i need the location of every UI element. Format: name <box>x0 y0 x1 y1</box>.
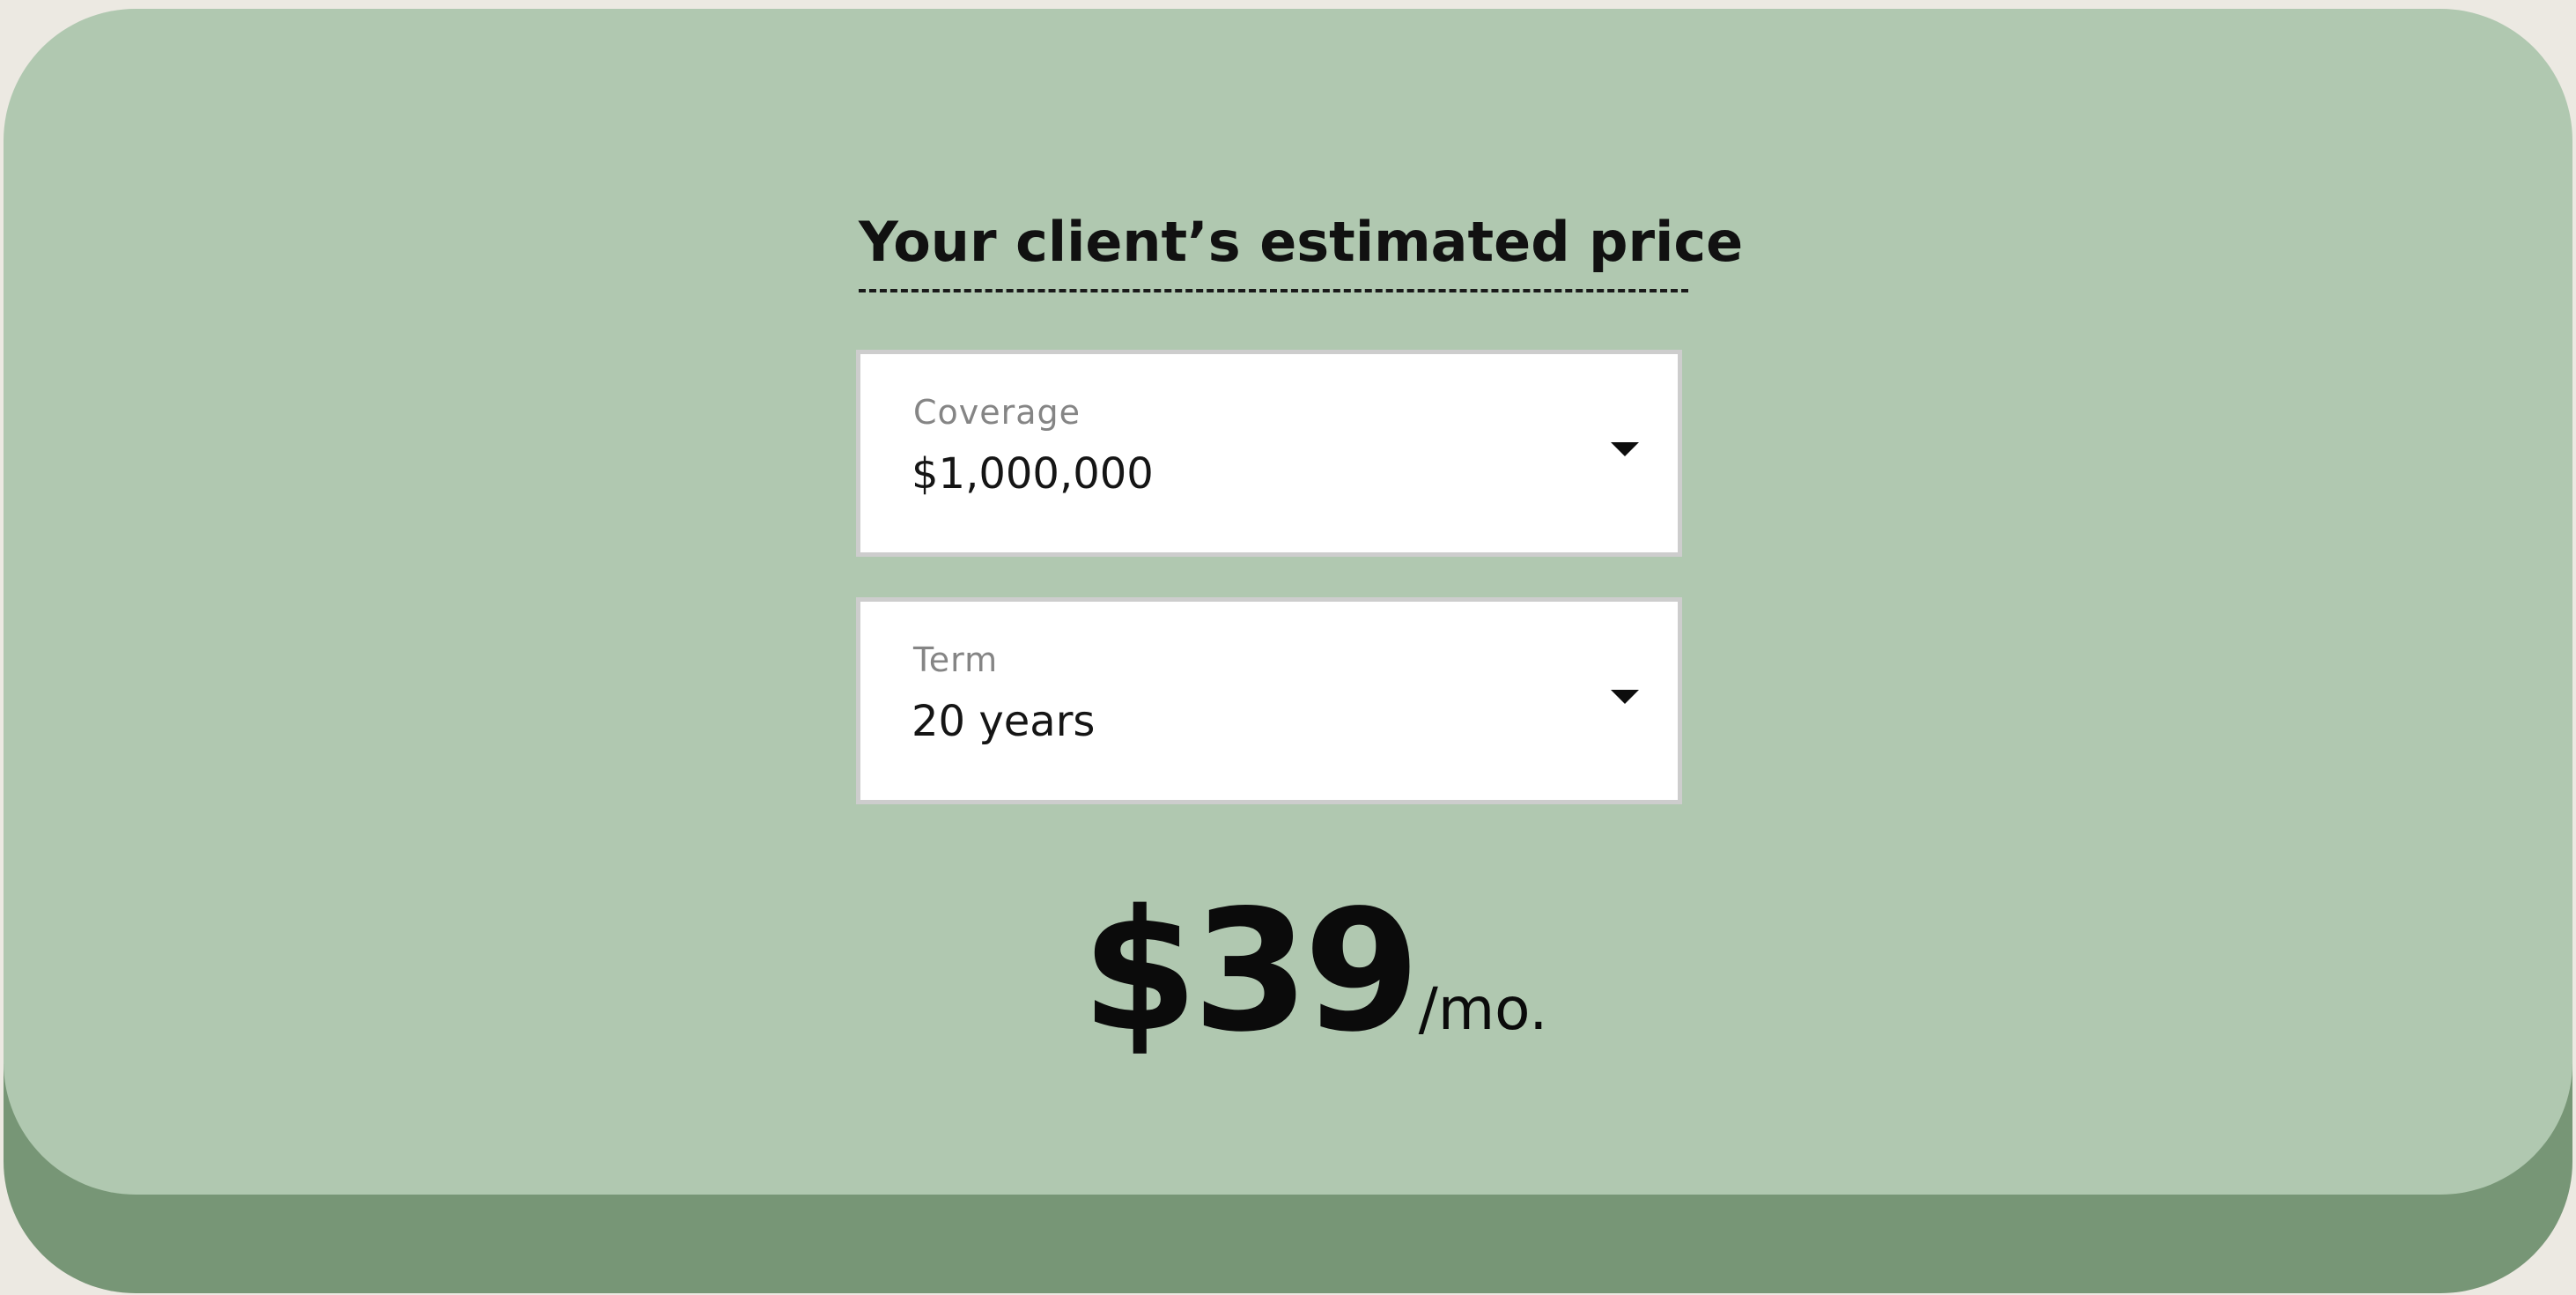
coverage-value: $1,000,000 <box>912 449 1154 499</box>
price-unit: /mo. <box>1418 975 1548 1043</box>
estimated-price: $39/mo. <box>1081 888 1547 1055</box>
term-select[interactable]: Term 20 years <box>856 597 1682 804</box>
estimator-title: Your client’s estimated price <box>859 210 1744 274</box>
title-dashed-underline <box>859 289 1688 292</box>
chevron-down-icon <box>1611 690 1639 704</box>
coverage-select[interactable]: Coverage $1,000,000 <box>856 350 1682 557</box>
coverage-label: Coverage <box>913 393 1081 432</box>
term-label: Term <box>913 640 999 679</box>
price-amount: $39 <box>1081 874 1421 1069</box>
chevron-down-icon <box>1611 442 1639 456</box>
term-value: 20 years <box>912 697 1096 746</box>
